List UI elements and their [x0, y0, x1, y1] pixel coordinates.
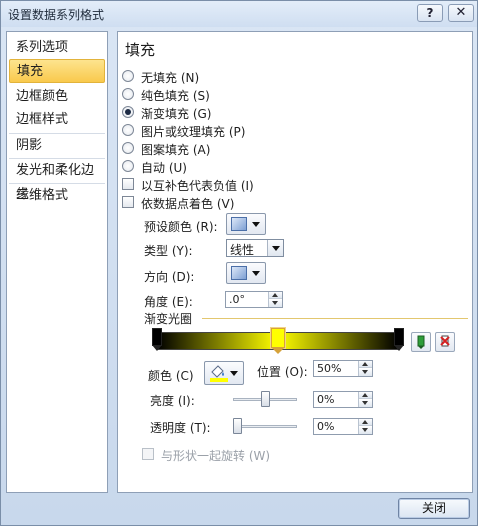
chevron-down-icon[interactable] [267, 240, 283, 256]
brightness-slider-thumb[interactable] [261, 391, 270, 407]
gradient-stop-pointer [394, 345, 404, 351]
angle-spinner[interactable]: .0° [225, 291, 283, 308]
format-data-series-dialog: 设置数据系列格式 ? ✕ 系列选项 填充 边框颜色 边框样式 阴影 发光和柔化边… [0, 0, 478, 526]
type-label: 类型 (Y): [144, 244, 193, 258]
spin-buttons [358, 392, 372, 407]
chevron-down-icon [230, 371, 238, 376]
spin-up-icon[interactable] [359, 419, 372, 426]
gradient-stops-label: 渐变光圈 [144, 312, 193, 326]
color-picker-button[interactable] [204, 361, 244, 385]
section-title: 填充 [125, 41, 156, 59]
gradient-stop-pointer [271, 347, 285, 354]
dialog-title: 设置数据系列格式 [8, 8, 105, 22]
spin-buttons [358, 361, 372, 376]
radio-label: 图案填充 (A) [141, 143, 211, 157]
checkbox-label: 依数据点着色 (V) [141, 197, 235, 211]
radio-label: 无填充 (N) [141, 71, 200, 85]
angle-label: 角度 (E): [144, 295, 193, 309]
spin-down-icon[interactable] [269, 300, 282, 307]
spin-down-icon[interactable] [359, 400, 372, 407]
radio-label: 自动 (U) [141, 161, 187, 175]
remove-gradient-stop-icon [440, 335, 450, 347]
group-divider [202, 318, 468, 319]
gradient-stop-handle[interactable] [394, 328, 404, 346]
add-gradient-stop-button[interactable] [411, 332, 431, 352]
title-bar: 设置数据系列格式 ? ✕ [1, 1, 477, 27]
spin-buttons [268, 292, 282, 307]
brightness-label: 亮度 (I): [150, 394, 195, 408]
spin-down-icon[interactable] [359, 369, 372, 376]
transparency-label: 透明度 (T): [150, 421, 211, 435]
position-label: 位置 (O): [257, 365, 308, 379]
select-value: 线性 [230, 243, 255, 257]
spin-buttons [358, 419, 372, 434]
angle-value[interactable]: .0° [229, 293, 245, 306]
gradient-stop-1[interactable] [271, 328, 285, 354]
spin-down-icon[interactable] [359, 427, 372, 434]
remove-gradient-stop-button[interactable] [435, 332, 455, 352]
gradient-stop-pointer [152, 345, 162, 351]
checkbox-label: 以互补色代表负值 (I) [141, 179, 254, 193]
close-button[interactable]: 关闭 [398, 498, 470, 519]
transparency-spinner[interactable]: 0% [313, 418, 373, 435]
gradient-stop-handle[interactable] [271, 328, 285, 348]
brightness-spinner[interactable]: 0% [313, 391, 373, 408]
spin-up-icon[interactable] [359, 361, 372, 368]
checkbox-indicator[interactable] [122, 178, 134, 190]
gradient-swatch-icon [231, 217, 247, 231]
direction-label: 方向 (D): [144, 270, 195, 284]
close-window-button[interactable]: ✕ [448, 4, 474, 22]
nav-item-3d-format[interactable]: 三维格式 [9, 184, 105, 208]
brightness-value[interactable]: 0% [317, 393, 334, 406]
gradient-stop-0[interactable] [152, 328, 162, 352]
selected-color-swatch [210, 378, 228, 382]
radio-label: 图片或纹理填充 (P) [141, 125, 246, 139]
category-list: 系列选项 填充 边框颜色 边框样式 阴影 发光和柔化边缘 三维格式 [6, 31, 108, 493]
gradient-stop-handle[interactable] [152, 328, 162, 346]
nav-item-fill[interactable]: 填充 [9, 59, 105, 83]
radio-indicator[interactable] [122, 160, 134, 172]
transparency-value[interactable]: 0% [317, 420, 334, 433]
nav-item-glow-soft-edges[interactable]: 发光和柔化边缘 [9, 159, 105, 202]
nav-item-border-color[interactable]: 边框颜色 [9, 85, 105, 109]
radio-label: 纯色填充 (S) [141, 89, 210, 103]
checkbox-indicator[interactable] [122, 196, 134, 208]
radio-indicator[interactable] [122, 70, 134, 82]
nav-item-border-style[interactable]: 边框样式 [9, 108, 105, 132]
direction-dropdown[interactable] [226, 262, 266, 284]
gradient-type-select[interactable]: 线性 [226, 239, 284, 257]
direction-swatch-icon [231, 266, 247, 280]
radio-label: 渐变填充 (G) [141, 107, 212, 121]
radio-indicator[interactable] [122, 88, 134, 100]
radio-indicator[interactable] [122, 124, 134, 136]
chevron-down-icon [252, 222, 260, 227]
position-value[interactable]: 50% [317, 362, 341, 375]
transparency-slider-thumb[interactable] [233, 418, 242, 434]
gradient-stop-2[interactable] [394, 328, 404, 352]
radio-indicator[interactable] [122, 106, 134, 118]
spin-up-icon[interactable] [359, 392, 372, 399]
add-gradient-stop-icon [417, 335, 425, 349]
help-button[interactable]: ? [417, 4, 443, 22]
chevron-down-icon [252, 271, 260, 276]
transparency-slider-track[interactable] [233, 425, 297, 428]
nav-item-series-options[interactable]: 系列选项 [9, 36, 105, 60]
checkbox-indicator [142, 448, 154, 460]
checkbox-label: 与形状一起旋转 (W) [161, 449, 271, 463]
spin-up-icon[interactable] [269, 292, 282, 299]
preset-colors-dropdown[interactable] [226, 213, 266, 235]
nav-item-shadow[interactable]: 阴影 [9, 134, 105, 158]
preset-colors-label: 预设颜色 (R): [144, 220, 218, 234]
radio-indicator[interactable] [122, 142, 134, 154]
position-spinner[interactable]: 50% [313, 360, 373, 377]
color-label: 颜色 (C) [148, 369, 194, 383]
